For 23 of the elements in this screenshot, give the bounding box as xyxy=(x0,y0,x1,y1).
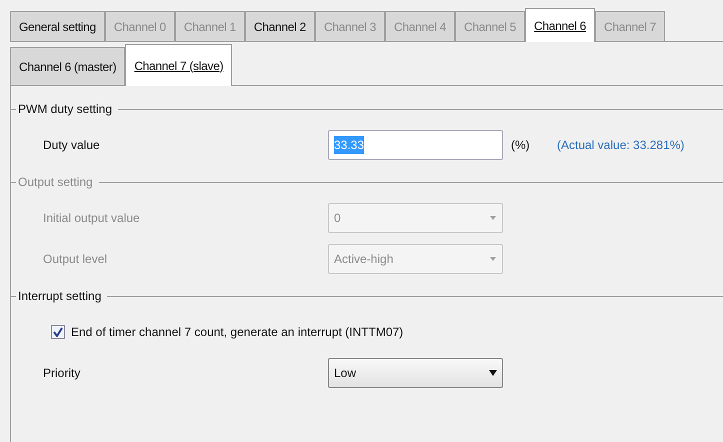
checkbox[interactable] xyxy=(51,324,65,338)
section-title: Output setting xyxy=(18,174,93,191)
section-title: PWM duty setting xyxy=(18,101,112,118)
dropdown[interactable]: Low xyxy=(328,358,503,388)
unit-label: (%) xyxy=(511,136,531,154)
tab[interactable]: General setting xyxy=(10,11,105,41)
caret-icon xyxy=(489,256,497,262)
caret-icon xyxy=(489,370,497,376)
tab[interactable]: Channel 7 (slave) xyxy=(125,44,232,86)
duty-field[interactable]: 33.33 xyxy=(328,130,503,160)
checkbox-label: End of timer channel 7 count, generate an interrupt (INTTM07) xyxy=(71,324,404,340)
field-label: Output level xyxy=(43,250,108,268)
tab[interactable]: Channel 6 (master) xyxy=(10,47,126,85)
tab[interactable]: Channel 2 xyxy=(244,11,315,41)
actual-value-note: (Actual value: 33.281%) xyxy=(557,136,684,154)
dropdown: 0 xyxy=(328,202,503,232)
tab[interactable]: Channel 6 xyxy=(524,8,595,42)
section-title: Interrupt setting xyxy=(18,288,102,305)
field-label: Priority xyxy=(43,364,82,382)
dropdown: Active-high xyxy=(328,244,503,274)
field-label: Duty value xyxy=(43,136,101,154)
field-label: Initial output value xyxy=(43,210,141,226)
caret-icon xyxy=(489,214,497,220)
